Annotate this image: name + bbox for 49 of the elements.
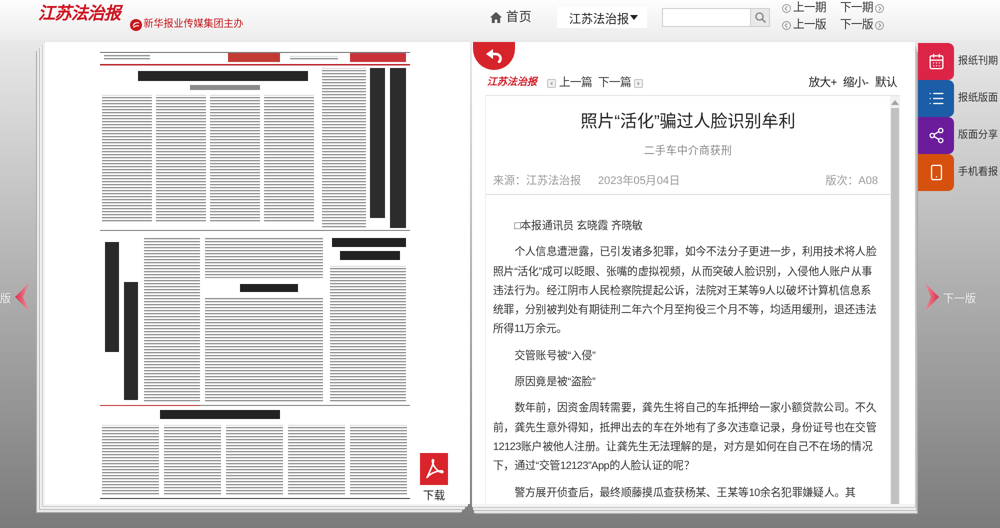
caret-down-icon xyxy=(630,14,638,20)
chevron-right-icon xyxy=(925,283,939,311)
newspaper-logo: 江苏法治报 xyxy=(487,77,537,89)
article-paragraph: 个人信息遭泄露，已引发诸多犯罪，如今不法分子更进一步，利用技术将人脸照片“活化”成可以眨眼、张嘴的虚拟视频，从而突破人脸识别，入侵他人账户从事违法行为。经江阴市人民检察院提起公诉，法院对王某等9人以破坏计算机信息系统罪，分别被判处有期徒刑二年六个月至拘役三个月不等，均适用缓刑，退还违法所得11万余元。 xyxy=(493,244,878,338)
circle-chevron-left-icon xyxy=(782,21,791,30)
side-menu-link[interactable]: 报纸版面 xyxy=(918,80,998,117)
search-field[interactable] xyxy=(662,8,750,26)
publish-date: 2023年05月04日 xyxy=(598,174,680,189)
circle-chevron-left-icon xyxy=(782,4,791,13)
article-paragraph: 原因竟是被“盗脸” xyxy=(513,374,596,390)
text-size-link[interactable]: 放大+ xyxy=(808,76,838,90)
next-article-link[interactable]: 下一篇 xyxy=(598,76,643,90)
search-button[interactable] xyxy=(750,8,770,26)
arrow-left-icon xyxy=(547,78,556,88)
side-menu-link[interactable]: 手机看报 xyxy=(918,154,998,191)
article-paragraph: □本报通讯员 玄晓霞 齐晓敏 xyxy=(513,218,644,234)
previous-link[interactable]: 上一版 xyxy=(782,18,826,33)
text-size-link[interactable]: 默认 xyxy=(875,76,897,90)
previous-link[interactable]: 上一期 xyxy=(782,1,826,16)
next-link[interactable]: 下一期 xyxy=(840,1,884,16)
download-button[interactable]: 下载 xyxy=(420,453,448,503)
chevron-left-icon xyxy=(15,283,29,311)
home-icon xyxy=(490,12,502,22)
scrollbar-thumb[interactable] xyxy=(891,108,899,504)
side-menu-link[interactable]: 报纸刊期 xyxy=(918,43,998,80)
home-link[interactable]: 首页 xyxy=(490,9,532,25)
newspaper-select[interactable]: 江苏法治报 xyxy=(557,6,647,28)
article-subtitle: 二手车中介商获刑 xyxy=(643,144,733,159)
pdf-icon xyxy=(420,453,448,485)
article-paragraph: 数年前，因资金周转需要，龚先生将自己的车抵押给一家小额贷款公司。不久前，龚先生意外得知，抵押出去的车在外地有了多次违章记录，身份证号也在交管12123账户被他人注册。让龚先生无法理解的是，对方是如何在自己不在场的情况下，通过“交管12123”App的人脸认证的呢？ xyxy=(493,400,878,474)
side-menu-link[interactable]: 版面分享 xyxy=(918,117,998,154)
previous-article-link[interactable]: 上一篇 xyxy=(547,76,592,90)
circle-chevron-right-icon xyxy=(875,21,884,30)
publisher-label: 新华报业传媒集团主办 xyxy=(144,19,244,31)
back-button[interactable] xyxy=(473,42,515,70)
article-paragraph: 交管账号被“入侵” xyxy=(513,348,596,364)
circle-chevron-right-icon xyxy=(875,4,884,13)
curved-arrow-icon xyxy=(486,49,502,63)
arrow-right-icon xyxy=(634,78,643,88)
next-link[interactable]: 下一版 xyxy=(840,18,884,33)
article-title: 照片“活化”骗过人脸识别牟利 xyxy=(579,111,797,133)
circle-emblem-icon xyxy=(130,19,142,31)
caret-up-icon[interactable] xyxy=(891,100,899,105)
newspaper-logo: 江苏法治报 xyxy=(38,2,120,26)
article-paragraph: 警方展开侦查后，最终顺藤摸瓜查获杨某、王某等10余名犯罪嫌疑人。其 xyxy=(513,486,857,501)
source-label: 来源：江苏法治报 xyxy=(493,174,581,189)
text-size-link[interactable]: 缩小- xyxy=(843,76,869,90)
search-icon xyxy=(754,12,766,22)
page-label: 版次：A08 xyxy=(825,174,878,189)
